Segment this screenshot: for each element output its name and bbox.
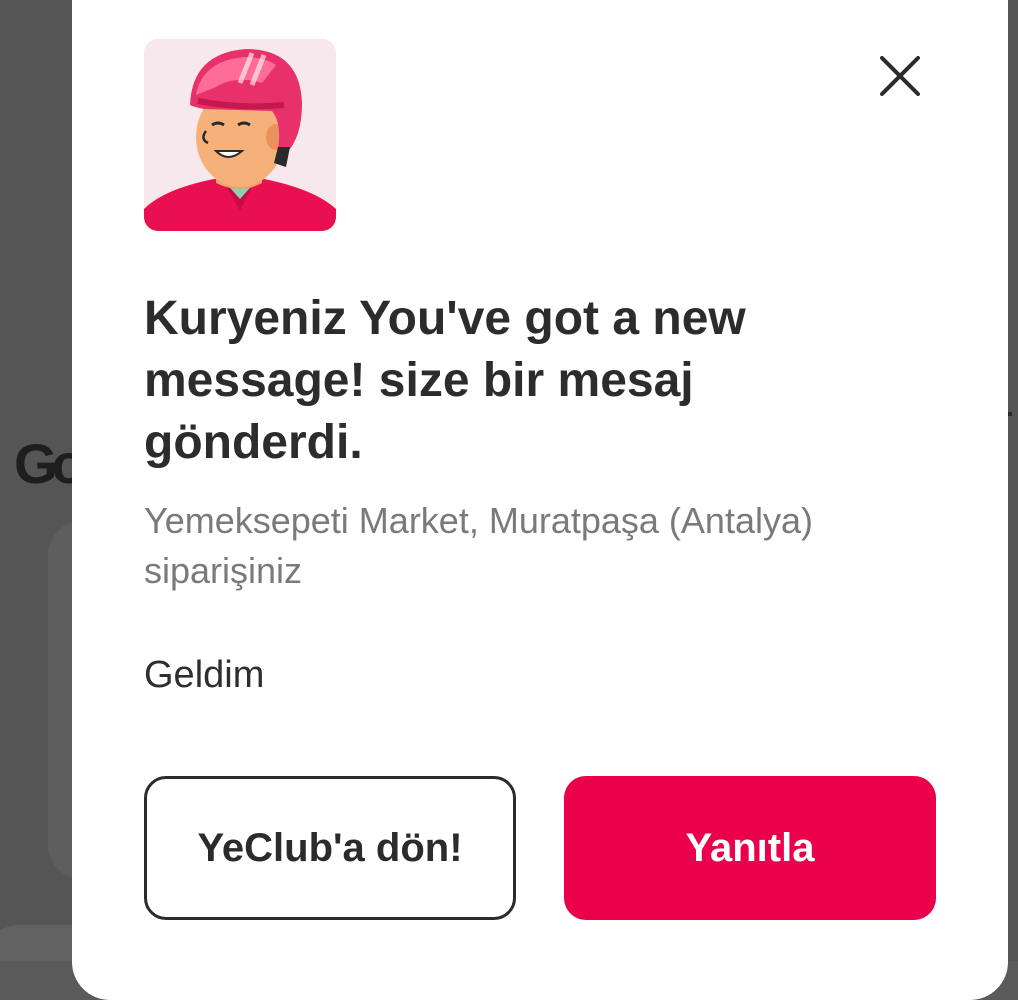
close-icon (880, 56, 920, 96)
courier-message: Geldim (144, 654, 265, 696)
dialog-title: Kuryeniz You've got a new message! size … (144, 292, 746, 469)
order-info: Yemeksepeti Market, Muratpaşa (Antalya) … (144, 500, 813, 591)
reply-button[interactable]: Yanıtla (564, 776, 936, 920)
back-to-yeclub-button[interactable]: YeClub'a dön! (144, 776, 516, 920)
courier-avatar-icon (144, 39, 336, 231)
close-button[interactable] (870, 46, 930, 106)
